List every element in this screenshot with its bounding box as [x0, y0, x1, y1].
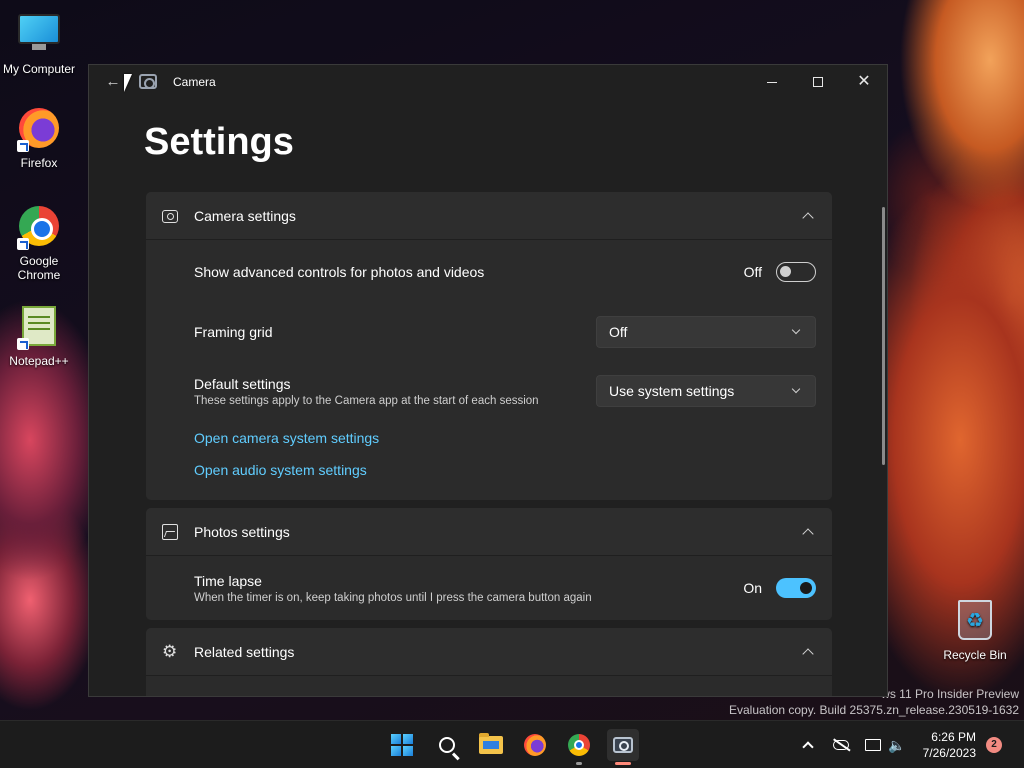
chevron-up-icon [802, 211, 814, 224]
camera-icon [613, 737, 633, 753]
default-settings-title: Default settings [194, 375, 291, 392]
recycle-bin-icon: ♻ [953, 600, 997, 644]
framing-grid-select[interactable]: Off [596, 316, 816, 348]
time-lapse-state: On [743, 580, 762, 596]
taskbar-firefox[interactable] [519, 729, 551, 761]
close-button[interactable]: ✕ [841, 65, 887, 99]
computer-icon [17, 14, 61, 58]
group-header-label: Camera settings [194, 207, 296, 224]
time-lapse-row: Time lapse When the timer is on, keep ta… [146, 556, 832, 620]
audio-system-link-row: Open audio system settings [146, 454, 832, 486]
cloud-off-icon [833, 740, 849, 750]
desktop-icon-recycle-bin[interactable]: ♻ Recycle Bin [937, 598, 1013, 662]
desktop-icon-chrome[interactable]: Google Chrome [1, 204, 77, 282]
speaker-icon: 🔈 [888, 736, 906, 753]
network-icon [865, 739, 881, 751]
photos-settings-header[interactable]: Photos settings [146, 508, 832, 556]
scrollbar[interactable] [882, 207, 885, 465]
clock-time: 6:26 PM [931, 730, 976, 744]
desktop-icon-label: Notepad++ [9, 354, 69, 368]
photos-settings-group: Photos settings Time lapse When the time… [146, 508, 832, 620]
start-button[interactable] [386, 729, 418, 761]
active-indicator [615, 762, 631, 765]
camera-icon [162, 210, 178, 223]
default-settings-select[interactable]: Use system settings [596, 375, 816, 407]
advanced-controls-state: Off [743, 264, 762, 280]
toggle-knob [800, 582, 812, 594]
tray-network[interactable] [865, 721, 881, 768]
time-lapse-title: Time lapse [194, 572, 262, 589]
settings-content: Camera settings Show advanced controls f… [146, 192, 832, 696]
chevron-down-icon [791, 384, 801, 394]
default-settings-subtitle: These settings apply to the Camera app a… [194, 394, 539, 407]
taskbar-search-button[interactable] [431, 729, 463, 761]
taskbar-clock[interactable]: 6:26 PM 7/26/2023 [923, 729, 976, 761]
back-arrow-icon[interactable]: ← [103, 73, 123, 91]
time-lapse-toggle[interactable] [776, 578, 816, 598]
open-camera-system-settings-link[interactable]: Open camera system settings [194, 430, 379, 446]
related-settings-group: ⚙ Related settings [146, 628, 832, 696]
page-title: Settings [144, 121, 294, 163]
camera-system-link-row: Open camera system settings [146, 422, 832, 454]
desktop-icon-label: My Computer [2, 62, 76, 76]
search-icon [439, 737, 455, 753]
notification-badge[interactable]: 2 [986, 737, 1002, 753]
chevron-up-icon [802, 527, 814, 540]
mouse-cursor-icon [124, 74, 132, 92]
minimize-button[interactable] [749, 65, 795, 99]
camera-settings-group: Camera settings Show advanced controls f… [146, 192, 832, 500]
tray-overflow-button[interactable] [802, 721, 814, 768]
desktop-icon-label: Firefox [20, 156, 58, 170]
camera-window: ← Camera ✕ Settings Camera settings Show… [88, 64, 888, 697]
firefox-icon [524, 734, 546, 756]
framing-grid-value: Off [609, 324, 628, 340]
notepad-icon [17, 306, 61, 350]
open-audio-system-settings-link[interactable]: Open audio system settings [194, 462, 367, 478]
windows-logo-icon [391, 734, 413, 756]
taskbar-camera[interactable] [607, 729, 639, 765]
advanced-controls-toggle[interactable] [776, 262, 816, 282]
close-icon: ✕ [857, 73, 871, 90]
toggle-knob [780, 266, 791, 277]
group-header-label: Photos settings [194, 523, 290, 540]
taskbar-file-explorer[interactable] [475, 729, 507, 761]
taskbar: 🔈 6:26 PM 7/26/2023 2 [0, 720, 1024, 768]
watermark-line-2: Evaluation copy. Build 25375.zn_release.… [729, 703, 1019, 717]
photo-icon [162, 523, 178, 540]
desktop-icon-firefox[interactable]: Firefox [1, 106, 77, 170]
advanced-controls-title: Show advanced controls for photos and vi… [194, 264, 485, 280]
desktop-icon-label: Recycle Bin [943, 648, 1007, 662]
maximize-button[interactable] [795, 65, 841, 99]
advanced-controls-row: Show advanced controls for photos and vi… [146, 240, 832, 304]
desktop-icon-notepadpp[interactable]: Notepad++ [1, 304, 77, 368]
framing-grid-row: Framing grid Off [146, 304, 832, 360]
tray-onedrive[interactable] [833, 721, 849, 768]
window-title: Camera [173, 75, 216, 89]
firefox-icon [17, 108, 61, 152]
time-lapse-subtitle: When the timer is on, keep taking photos… [194, 591, 592, 604]
framing-grid-title: Framing grid [194, 324, 273, 340]
chrome-icon [17, 206, 61, 250]
running-indicator [576, 762, 582, 765]
desktop-icon-my-computer[interactable]: My Computer [1, 10, 77, 76]
gear-icon: ⚙ [162, 641, 178, 661]
minimize-icon [767, 81, 777, 83]
taskbar-chrome[interactable] [563, 729, 595, 765]
default-settings-value: Use system settings [609, 383, 735, 399]
chevron-up-icon [802, 647, 814, 660]
chrome-icon [568, 734, 590, 756]
maximize-icon [813, 77, 823, 87]
camera-settings-header[interactable]: Camera settings [146, 192, 832, 240]
default-settings-row: Default settings These settings apply to… [146, 360, 832, 422]
group-header-label: Related settings [194, 643, 295, 660]
chevron-down-icon [791, 325, 801, 335]
related-settings-header[interactable]: ⚙ Related settings [146, 628, 832, 676]
desktop-icon-label: Google Chrome [17, 254, 61, 282]
clock-date: 7/26/2023 [922, 746, 976, 760]
tray-volume[interactable]: 🔈 [888, 721, 905, 768]
chevron-up-icon [802, 741, 814, 753]
camera-app-icon [139, 74, 157, 89]
title-bar[interactable]: ← Camera ✕ [89, 65, 887, 99]
folder-icon [479, 733, 503, 754]
